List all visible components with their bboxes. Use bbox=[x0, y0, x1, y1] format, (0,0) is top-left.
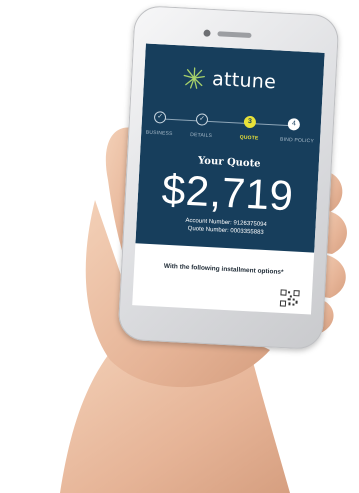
step-details-label: DETAILS bbox=[190, 131, 213, 140]
progress-track bbox=[159, 118, 300, 127]
smartphone: attune ✓ ✓ 3 4 BUSINESS DETAILS QUOTE BI… bbox=[117, 4, 340, 351]
brand-name: attune bbox=[211, 68, 277, 94]
step-business-label: BUSINESS bbox=[145, 129, 173, 138]
brand-header: attune bbox=[181, 63, 277, 96]
qr-code-icon bbox=[279, 288, 301, 308]
step-bind-policy-label: BIND POLICY bbox=[279, 136, 315, 145]
starburst-logo-icon bbox=[183, 67, 205, 89]
step-quote-dot: 3 bbox=[243, 115, 257, 129]
step-business-dot: ✓ bbox=[153, 111, 167, 124]
camera-icon bbox=[203, 29, 211, 37]
phone-screen: attune ✓ ✓ 3 4 BUSINESS DETAILS QUOTE BI… bbox=[132, 43, 325, 315]
speaker-grille bbox=[217, 31, 252, 39]
installment-options-heading: With the following installment options* bbox=[163, 262, 284, 277]
quote-amount: $2,719 bbox=[160, 165, 295, 220]
photo-stage: attune ✓ ✓ 3 4 BUSINESS DETAILS QUOTE BI… bbox=[0, 0, 359, 493]
step-bind-policy-dot: 4 bbox=[287, 118, 301, 131]
step-quote-label: QUOTE bbox=[239, 134, 259, 142]
step-details-dot: ✓ bbox=[195, 113, 209, 126]
quote-header-panel: attune ✓ ✓ 3 4 BUSINESS DETAILS QUOTE BI… bbox=[135, 43, 325, 253]
